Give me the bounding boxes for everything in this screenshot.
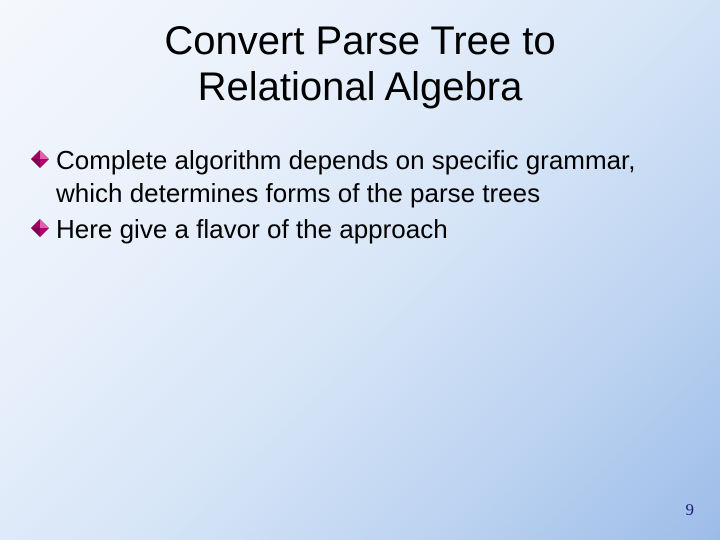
slide: Convert Parse Tree to Relational Algebra… bbox=[0, 0, 720, 540]
bullet-text: Here give a flavor of the approach bbox=[56, 213, 448, 246]
bullet-text: Complete algorithm depends on specific g… bbox=[56, 144, 680, 209]
slide-body: Complete algorithm depends on specific g… bbox=[0, 144, 720, 246]
bullet-item: Here give a flavor of the approach bbox=[30, 213, 680, 246]
slide-title: Convert Parse Tree to Relational Algebra bbox=[0, 0, 720, 110]
diamond-bullet-icon bbox=[30, 149, 52, 171]
page-number: 9 bbox=[686, 500, 695, 520]
title-line-2: Relational Algebra bbox=[0, 64, 720, 110]
diamond-bullet-icon bbox=[30, 218, 52, 240]
title-line-1: Convert Parse Tree to bbox=[0, 18, 720, 64]
bullet-item: Complete algorithm depends on specific g… bbox=[30, 144, 680, 209]
